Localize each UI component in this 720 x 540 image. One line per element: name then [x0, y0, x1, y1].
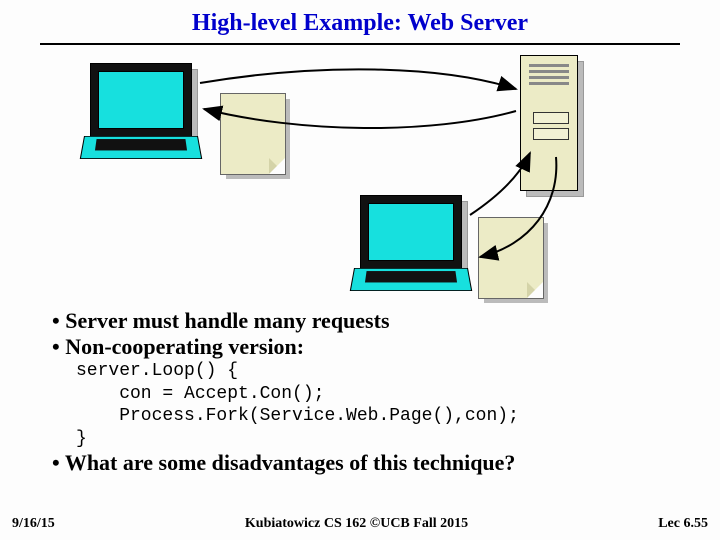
footer: 9/16/15 Kubiatowicz CS 162 ©UCB Fall 201… — [12, 516, 708, 532]
bullet-2: Non-cooperating version: — [52, 334, 700, 360]
bullet-1: Server must handle many requests — [52, 308, 700, 334]
slide-title: High-level Example: Web Server — [0, 0, 720, 43]
footer-center: Kubiatowicz CS 162 ©UCB Fall 2015 — [245, 516, 468, 532]
diagram-area — [0, 45, 720, 305]
bullet-3: What are some disadvantages of this tech… — [52, 450, 700, 476]
footer-right: Lec 6.55 — [658, 516, 708, 532]
footer-date: 9/16/15 — [12, 516, 55, 532]
code-block: server.Loop() { con = Accept.Con(); Proc… — [76, 360, 700, 450]
content-area: Server must handle many requests Non-coo… — [28, 308, 700, 476]
